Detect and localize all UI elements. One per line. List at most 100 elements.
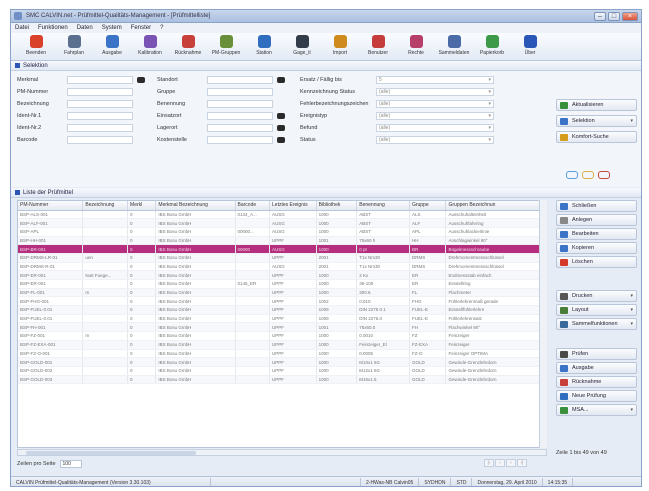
- filter-input[interactable]: [67, 100, 133, 108]
- close-button[interactable]: ×: [622, 11, 638, 21]
- layout-button[interactable]: Layout ▾: [556, 304, 637, 316]
- column-header[interactable]: Letztes Ereignis: [269, 201, 317, 211]
- table-row[interactable]: BSP-FZ-O-001 0 IBS Bosu GmbH UPPF 1000 0.0005…: [18, 349, 546, 359]
- copy-button[interactable]: Kopieren: [556, 242, 637, 254]
- table-row[interactable]: BSP-GOLD-003 0 IBS Bosu GmbH UPPF 1000 M16x1.…: [18, 375, 546, 385]
- filter-select[interactable]: (alle) ▾: [376, 100, 494, 108]
- vertical-scrollbar[interactable]: [539, 200, 547, 448]
- view-mode-icons[interactable]: [566, 171, 610, 179]
- filter-input[interactable]: [207, 112, 273, 120]
- filter-select[interactable]: (alle) ▾: [376, 136, 494, 144]
- table-row[interactable]: BSP-BR-001 0 IBS Bosu GmbH 00000 AUSG 1000 0 p…: [18, 244, 546, 254]
- filter-input[interactable]: [67, 112, 133, 120]
- toolbar-button[interactable]: Station: [245, 35, 283, 56]
- menu-item[interactable]: ?: [160, 25, 163, 31]
- table-row[interactable]: BSP-HH-001 0 IBS Bosu GmbH UPPF 1001 75x60 hH…: [18, 236, 546, 246]
- toolbar-button[interactable]: Papierkorb: [473, 35, 511, 56]
- column-header[interactable]: Barcode: [235, 201, 271, 211]
- column-header[interactable]: Merkmal Bezeichnung: [155, 201, 236, 211]
- column-header[interactable]: Gruppen Bezeichnun: [445, 201, 546, 211]
- filter-input[interactable]: [207, 124, 273, 132]
- filter-input[interactable]: [67, 76, 133, 84]
- toolbar-button[interactable]: Benutzer: [359, 35, 397, 56]
- table-row[interactable]: BSP-FUEL-0.01 0 IBS Bosu GmbH UPPF 1009 DIN 2…: [18, 305, 546, 315]
- menu-item[interactable]: Datei: [15, 25, 29, 31]
- last-page-button[interactable]: ›|: [517, 459, 527, 467]
- filter-action-button[interactable]: Aktualisieren: [556, 99, 637, 111]
- filter-input[interactable]: [67, 124, 133, 132]
- check-button[interactable]: Prüfen: [556, 348, 637, 360]
- table-row[interactable]: BSP-FL-001 m 0 IBS Bosu GmbH UPPF 1000 300.6 FL…: [18, 288, 546, 298]
- menu-item[interactable]: Daten: [77, 25, 93, 31]
- view-mode-icon[interactable]: [566, 171, 578, 179]
- column-header[interactable]: Bibliothek: [316, 201, 358, 211]
- msa-button[interactable]: MSA... ▾: [556, 404, 637, 416]
- table-row[interactable]: BSP-FH-001 0 IBS Bosu GmbH UPPF 1001 75x60.0 F…: [18, 322, 546, 333]
- column-header[interactable]: Benennung: [356, 201, 410, 211]
- toolbar-button[interactable]: Über: [511, 35, 549, 56]
- table-row[interactable]: BSP-ER-001 0 IBS Bosu GmbH 0145_ER UPPF 1000 3…: [18, 279, 546, 289]
- binoculars-icon[interactable]: [277, 137, 285, 143]
- table-row[interactable]: BSP-FHG-001 0 IBS Bosu GmbH UPPF 1002 0.010 FH…: [18, 296, 546, 307]
- scroll-thumb[interactable]: [26, 451, 196, 455]
- horizontal-scrollbar[interactable]: [17, 449, 547, 456]
- column-header[interactable]: Bezeichnung: [82, 201, 129, 211]
- table-row[interactable]: BSP-ER-001 Nutt Fuege... 0 IBS Bosu GmbH UPP…: [18, 270, 546, 280]
- column-header[interactable]: Merkl: [127, 201, 157, 211]
- prev-page-button[interactable]: ‹: [495, 459, 505, 467]
- table-row[interactable]: BSP-GOLD-002 0 IBS Bosu GmbH UPPF 1000 M12x1 …: [18, 366, 546, 376]
- filter-action-button[interactable]: Selektion ▾: [556, 115, 637, 127]
- table-row[interactable]: BSP-ALS-001 0 IBS Bosu GmbH 0134_A... AUSG 10…: [18, 210, 546, 220]
- filter-input[interactable]: [207, 136, 273, 144]
- maximize-button[interactable]: □: [608, 11, 620, 21]
- table-row[interactable]: BSP-FZ-EXA-001 0 IBS Bosu GmbH UPPF 1000 Fein…: [18, 340, 546, 350]
- minimize-button[interactable]: –: [594, 11, 606, 21]
- checkout-button[interactable]: Ausgabe: [556, 362, 637, 374]
- table-row[interactable]: BSP-ALF-001 0 IBS Bosu GmbH AUSG 1000 ABST ALF…: [18, 218, 546, 228]
- filter-select[interactable]: (alle) ▾: [376, 124, 494, 132]
- toolbar-button[interactable]: Kalibration: [131, 35, 169, 56]
- filter-action-button[interactable]: Komfort-Suche: [556, 131, 637, 143]
- filter-input[interactable]: [207, 100, 273, 108]
- filter-select[interactable]: (alle) ▾: [376, 88, 494, 96]
- print-button[interactable]: Drucken ▾: [556, 290, 637, 302]
- view-mode-icon[interactable]: [598, 171, 610, 179]
- table-row[interactable]: BSP-FZ-001 m 0 IBS Bosu GmbH UPPF 1000 0.0010 F…: [18, 331, 546, 341]
- rows-per-page-select[interactable]: 100: [59, 460, 82, 468]
- menu-item[interactable]: Funktionen: [38, 25, 68, 31]
- toolbar-button[interactable]: Ausgabe: [93, 35, 131, 56]
- binoculars-icon[interactable]: [277, 113, 285, 119]
- toolbar-button[interactable]: Fahrplan: [55, 35, 93, 56]
- toolbar-button[interactable]: Import: [321, 35, 359, 56]
- delete-button[interactable]: Löschen: [556, 256, 637, 268]
- first-page-button[interactable]: |‹: [484, 459, 494, 467]
- filter-select[interactable]: 5 ▾: [376, 76, 494, 84]
- column-header[interactable]: Gruppe: [409, 201, 447, 211]
- close-list-button[interactable]: Schließen: [556, 200, 637, 212]
- table-row[interactable]: BSP-APL 0 IBS Bosu GmbH 00000... AUSG 1000 ABS…: [18, 227, 546, 237]
- filter-input[interactable]: [207, 88, 273, 96]
- menu-item[interactable]: System: [102, 25, 122, 31]
- filter-input[interactable]: [67, 88, 133, 96]
- view-mode-icon[interactable]: [582, 171, 594, 179]
- edit-button[interactable]: Bearbeiten: [556, 228, 637, 240]
- new-inspection-button[interactable]: Neue Prüfung: [556, 390, 637, 402]
- binoculars-icon[interactable]: [277, 125, 285, 131]
- filter-select[interactable]: (alle) ▾: [376, 112, 494, 120]
- toolbar-button[interactable]: PM-Gruppen: [207, 35, 245, 56]
- binoculars-icon[interactable]: [137, 77, 145, 83]
- column-header[interactable]: PM-Nummer: [18, 201, 84, 211]
- toolbar-button[interactable]: Beenden: [17, 35, 55, 56]
- filter-input[interactable]: [207, 76, 273, 84]
- toolbar-button[interactable]: Rechte: [397, 35, 435, 56]
- binoculars-icon[interactable]: [277, 77, 285, 83]
- toolbar-button[interactable]: Sammeldaten: [435, 35, 473, 56]
- next-page-button[interactable]: ›: [506, 459, 516, 467]
- filter-input[interactable]: [67, 136, 133, 144]
- table-row[interactable]: BSP-FUEL-0.01 0 IBS Bosu GmbH UPPF 1009 DIN 2…: [18, 314, 546, 324]
- table-row[interactable]: BSP-DRMS-R-01 0 IBS Bosu GmbH AUSG 2001 T1x N…: [18, 262, 546, 272]
- table-row[interactable]: BSP-DRMS-LR-01 uen 0 IBS Bosu GmbH UPPF 2001 T…: [18, 253, 546, 263]
- bulk-functions-button[interactable]: Sammelfunktionen ▾: [556, 318, 637, 330]
- menu-item[interactable]: Fenster: [131, 25, 151, 31]
- table-row[interactable]: BSP-GOLD-001 0 IBS Bosu GmbH UPPF 1000 M10x1 …: [18, 357, 546, 367]
